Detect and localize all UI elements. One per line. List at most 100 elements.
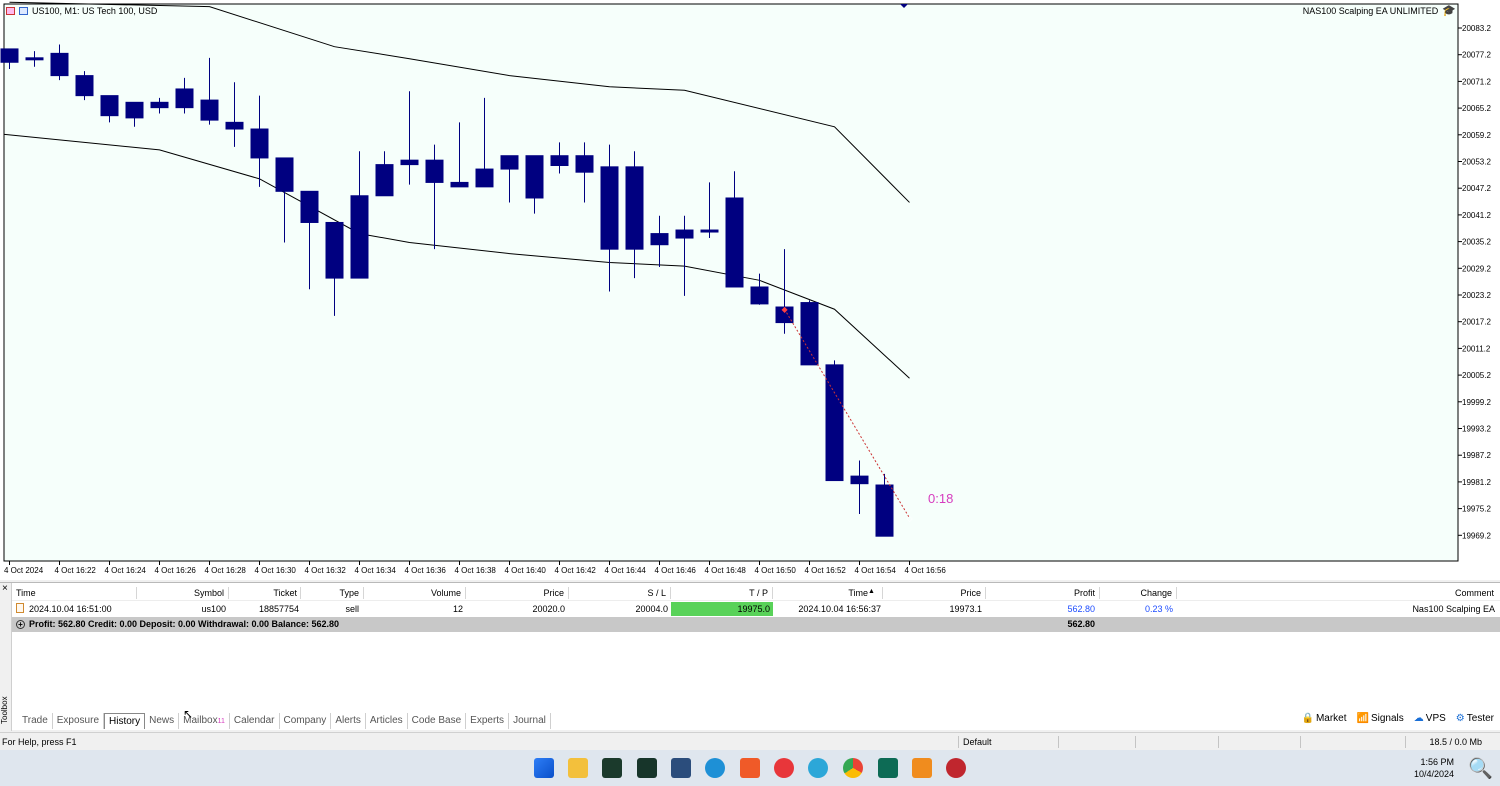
tab-trade[interactable]: Trade [18, 713, 53, 729]
candle-body [475, 168, 494, 188]
status-profile[interactable]: Default [963, 737, 992, 747]
chart-window-icon-2[interactable] [19, 7, 28, 15]
price-label: 20023.2 [1462, 291, 1491, 300]
windows-start-icon[interactable] [534, 758, 554, 778]
price-label: 19981.2 [1462, 478, 1491, 487]
col-symbol[interactable]: Symbol [162, 588, 224, 598]
candle-body [800, 302, 819, 366]
trading-terminal-2-icon[interactable] [637, 758, 657, 778]
chart-symbol-header: US100, M1: US Tech 100, USD [6, 4, 157, 18]
candle-body [575, 155, 594, 173]
tester-link[interactable]: ⚙ Tester [1456, 713, 1494, 724]
deal-doc-icon [16, 603, 24, 615]
col-type[interactable]: Type [306, 588, 359, 598]
price-label: 20035.2 [1462, 238, 1491, 247]
time-label: 4 Oct 16:48 [705, 566, 747, 575]
tab-exposure[interactable]: Exposure [53, 713, 105, 729]
col-tp[interactable]: T / P [676, 588, 768, 598]
app-icon[interactable] [671, 758, 691, 778]
time-label: 4 Oct 16:56 [905, 566, 947, 575]
app-globe-icon[interactable] [808, 758, 828, 778]
file-explorer-icon[interactable] [568, 758, 588, 778]
tester-label: Tester [1466, 713, 1494, 724]
time-label: 4 Oct 16:54 [855, 566, 897, 575]
entry-arrow-icon: ◆ [782, 305, 789, 314]
metatrader-icon[interactable] [878, 758, 898, 778]
chrome-icon[interactable] [843, 758, 863, 778]
clock-date: 10/4/2024 [1413, 769, 1454, 779]
vps-label: VPS [1425, 713, 1446, 724]
candle-body [175, 88, 194, 109]
market-link[interactable]: 🔒 Market [1302, 713, 1347, 724]
time-label: 4 Oct 16:22 [55, 566, 97, 575]
clock-time: 1:56 PM [1420, 757, 1454, 767]
col-sl[interactable]: S / L [574, 588, 666, 598]
candle-body [350, 195, 369, 279]
tab-calendar[interactable]: Calendar [230, 713, 280, 729]
toolbox-panel: × Toolbox Time Symbol Ticket Type Volume… [0, 582, 1500, 731]
signals-label: Signals [1370, 713, 1404, 724]
candle-body [125, 101, 144, 119]
tab-code-base[interactable]: Code Base [408, 713, 467, 729]
col-comment[interactable]: Comment [1312, 588, 1494, 598]
price-label: 20065.2 [1462, 104, 1491, 113]
col-change[interactable]: Change [1105, 588, 1172, 598]
candle-body [700, 229, 719, 233]
col-time[interactable]: Time [16, 588, 36, 598]
candle-body [500, 155, 519, 170]
price-label: 20041.2 [1462, 211, 1491, 220]
tab-alerts[interactable]: Alerts [331, 713, 366, 729]
magnifier-icon[interactable]: 🔍 [1468, 756, 1493, 780]
mailbox-badge: 11 [217, 718, 225, 725]
tab-history[interactable]: History [104, 713, 146, 729]
trading-terminal-icon[interactable] [602, 758, 622, 778]
vps-link[interactable]: ☁ VPS [1414, 713, 1446, 724]
time-label: 4 Oct 16:46 [655, 566, 697, 575]
candle-body [150, 101, 169, 109]
chart-window-icon[interactable] [6, 7, 15, 15]
tab-news[interactable]: News [145, 713, 180, 729]
col-close-price[interactable]: Price [888, 588, 981, 598]
candle-body [375, 164, 394, 197]
ea-hat-icon: 🎓 [1442, 5, 1456, 17]
edge-browser-icon[interactable] [705, 758, 725, 778]
toolbox-close-icon[interactable]: × [2, 583, 8, 594]
signals-link[interactable]: 📶 Signals [1357, 713, 1404, 724]
col-ticket[interactable]: Ticket [234, 588, 297, 598]
col-price[interactable]: Price [471, 588, 564, 598]
tab-journal[interactable]: Journal [509, 713, 551, 729]
expert-advisor-label[interactable]: NAS100 Scalping EA UNLIMITED 🎓 [1303, 4, 1456, 17]
time-label: 4 Oct 16:44 [605, 566, 647, 575]
time-label: 4 Oct 16:30 [255, 566, 297, 575]
tab-articles[interactable]: Articles [366, 713, 408, 729]
candle-body [275, 157, 294, 192]
history-row[interactable]: 2024.10.04 16:51:00 us100 18857754 sell … [12, 601, 1500, 617]
chart-window[interactable]: 20083.2 20077.2 20071.2 20065.2 20059.2 20053… [0, 0, 1500, 580]
app-n-icon[interactable] [740, 758, 760, 778]
price-chart[interactable]: 20083.2 20077.2 20071.2 20065.2 20059.2 20053… [0, 0, 1500, 580]
row-close-price: 19973.1 [949, 604, 982, 614]
candle-body [25, 57, 44, 61]
row-symbol: us100 [201, 604, 226, 614]
time-label: 4 Oct 16:50 [755, 566, 797, 575]
price-label: 20083.2 [1462, 24, 1491, 33]
price-label: 19975.2 [1462, 505, 1491, 514]
time-label: 4 Oct 16:34 [355, 566, 397, 575]
taskbar-clock[interactable]: 1:56 PM 10/4/2024 [1414, 756, 1454, 780]
recorder-icon[interactable] [946, 758, 966, 778]
expand-plus-icon[interactable]: + [16, 619, 25, 629]
price-label: 20017.2 [1462, 318, 1491, 327]
summary-total: 562.80 [1067, 619, 1095, 629]
col-close-time[interactable]: Time [778, 588, 868, 598]
tab-experts[interactable]: Experts [466, 713, 510, 729]
candle-body [525, 155, 544, 199]
tab-company[interactable]: Company [280, 713, 332, 729]
app-d-icon[interactable] [774, 758, 794, 778]
signals-icon: 📶 [1356, 713, 1369, 724]
candle-body [550, 155, 569, 167]
col-profit[interactable]: Profit [991, 588, 1095, 598]
candle-body [325, 221, 344, 279]
col-volume[interactable]: Volume [369, 588, 461, 598]
time-label: 4 Oct 2024 [4, 566, 44, 575]
vlc-icon[interactable] [912, 758, 932, 778]
